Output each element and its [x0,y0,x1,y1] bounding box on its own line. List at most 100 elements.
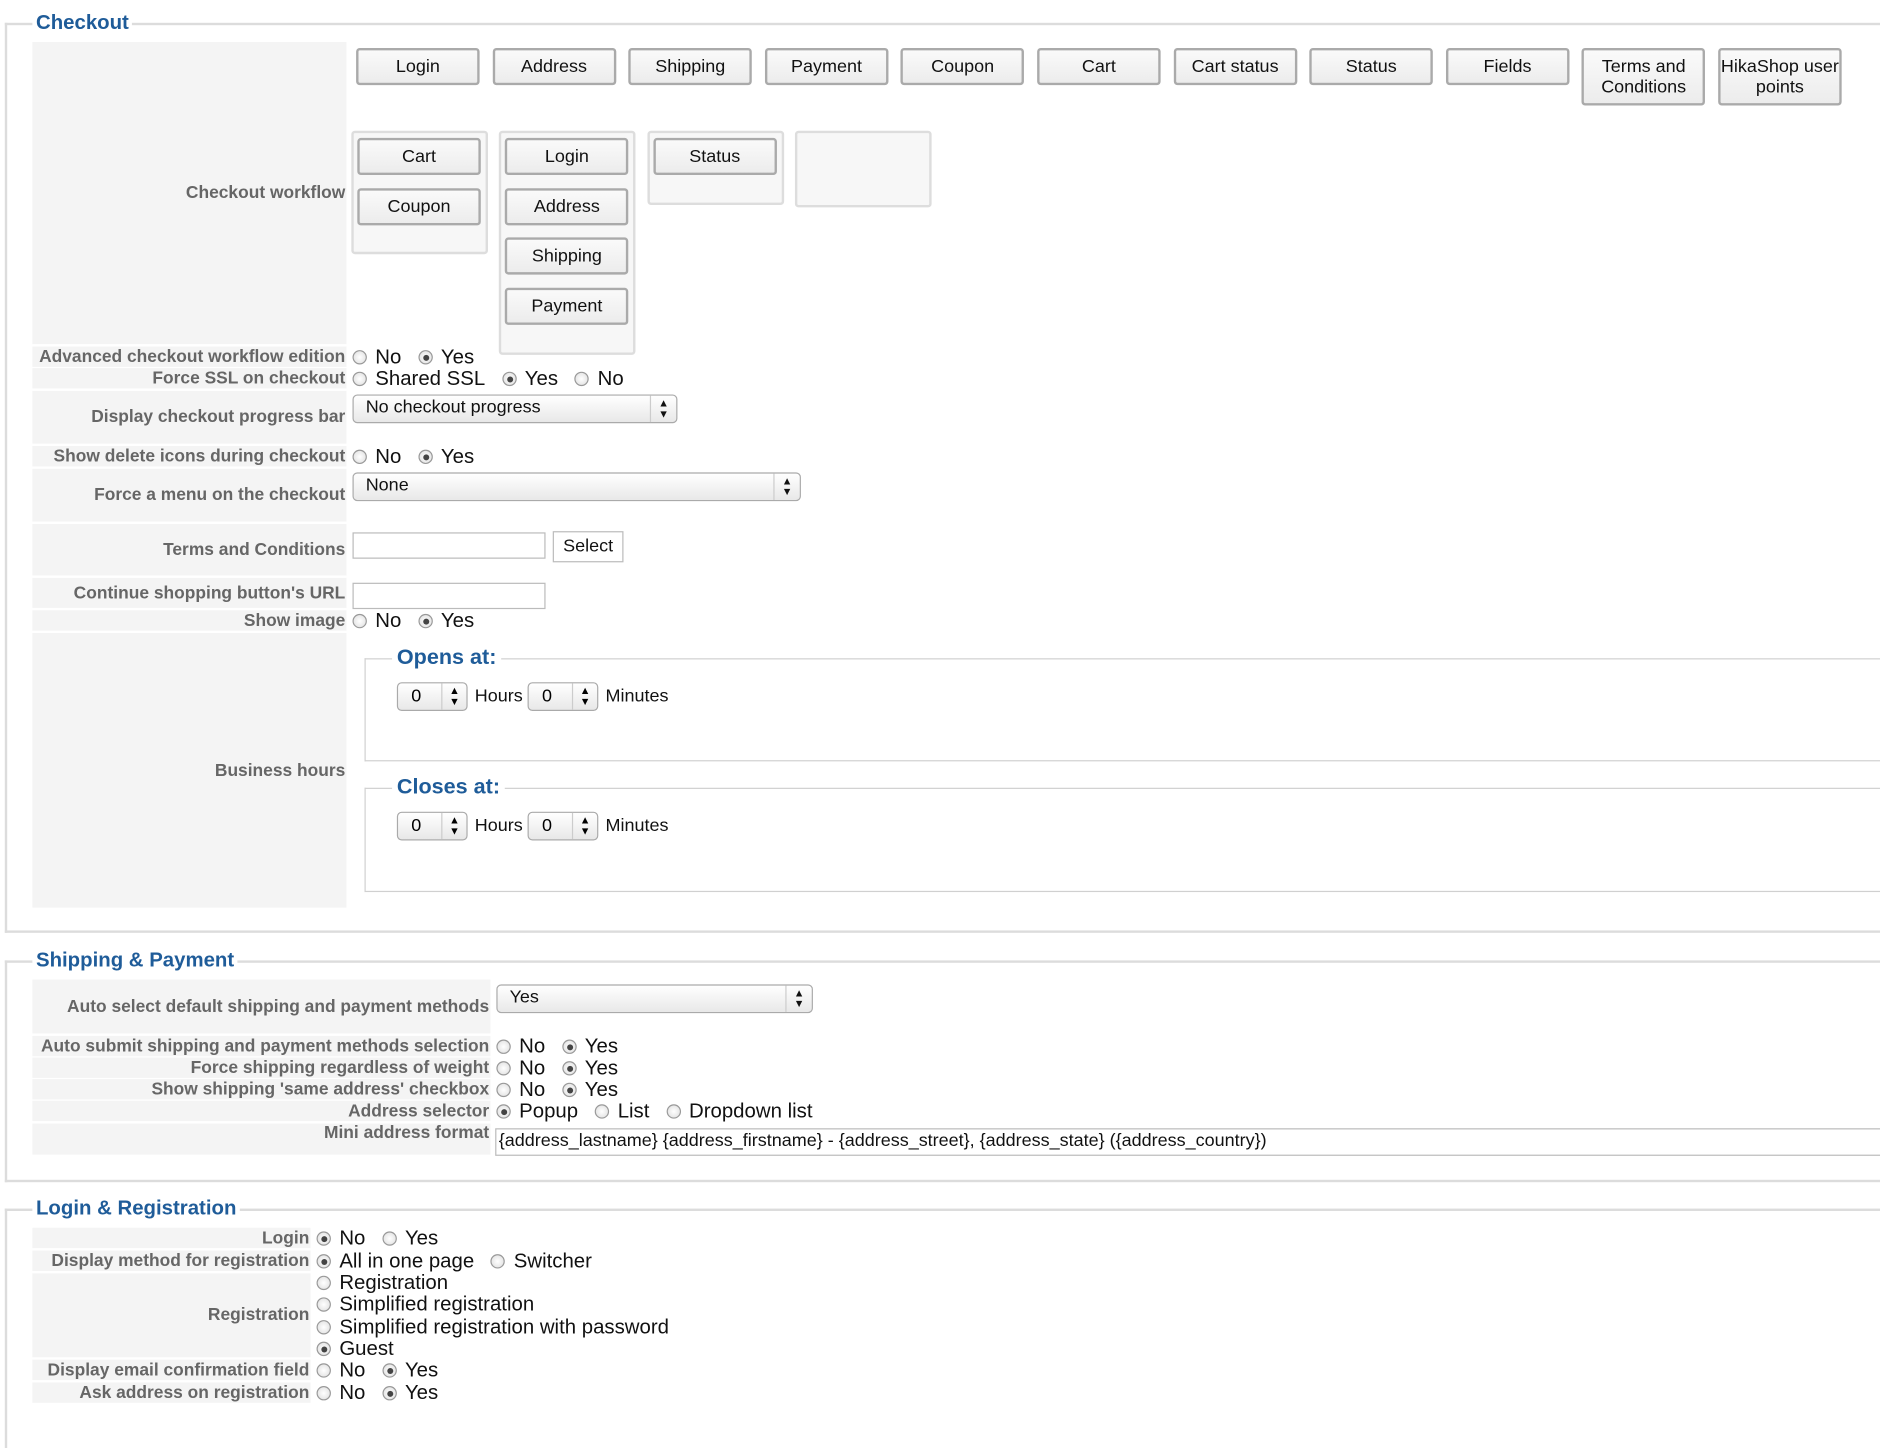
radio-button[interactable] [418,449,433,465]
radio-option-no[interactable]: No [496,1056,545,1080]
force-menu-select[interactable]: None ▲ ▼ [352,472,801,502]
show-image-label: Show image [32,610,347,631]
workflow-step-box[interactable] [794,130,932,208]
radio-option-yes[interactable]: Yes [418,445,474,469]
radio-button[interactable] [562,1039,577,1054]
view-button-status[interactable]: Status [1309,47,1434,86]
radio-option-registration[interactable]: Registration [316,1271,448,1294]
radio-option-yes[interactable]: Yes [562,1078,618,1102]
radio-option-no[interactable]: No [316,1358,365,1382]
closes-hours-label: Hours [474,815,523,836]
workflow-item-shipping[interactable]: Shipping [505,237,629,276]
mini-address-label: Mini address format [32,1123,491,1155]
view-button-cart-status[interactable]: Cart status [1173,47,1297,86]
radio-button[interactable] [562,1082,577,1098]
view-button-payment[interactable]: Payment [764,47,889,86]
radio-option-simplified-registration[interactable]: Simplified registration [316,1293,534,1316]
closes-hours-value: 0 [411,815,422,836]
radio-option-list[interactable]: List [594,1099,649,1123]
terms-input[interactable] [352,532,546,559]
workflow-item-cart[interactable]: Cart [357,137,481,176]
radio-button[interactable] [490,1254,506,1269]
radio-button[interactable] [502,371,517,387]
radio-option-no[interactable]: No [574,367,624,391]
radio-button[interactable] [352,449,367,465]
closes-hours-select[interactable]: 0 ▲ ▼ [396,811,468,841]
view-button-cart[interactable]: Cart [1037,47,1161,86]
terms-select-button[interactable]: Select [552,531,624,563]
view-button-login[interactable]: Login [356,47,480,86]
radio-option-switcher[interactable]: Switcher [490,1249,592,1273]
view-button-shipping[interactable]: Shipping [628,47,752,86]
radio-option-no[interactable]: No [496,1078,545,1102]
radio-option-yes[interactable]: Yes [418,345,474,369]
view-button-coupon[interactable]: Coupon [900,47,1025,86]
radio-option-yes[interactable]: Yes [562,1056,618,1080]
radio-button[interactable] [316,1386,331,1401]
radio-button[interactable] [574,371,590,387]
view-button-hikashop-user-points[interactable]: HikaShop user points [1718,47,1842,106]
radio-option-yes[interactable]: Yes [382,1381,438,1405]
radio-option-no[interactable]: No [316,1381,365,1405]
radio-button[interactable] [352,371,367,387]
radio-option-no[interactable]: No [352,609,401,633]
workflow-item-coupon[interactable]: Coupon [357,187,481,226]
continue-url-input[interactable] [352,582,546,610]
radio-option-no[interactable]: No [316,1226,366,1251]
radio-option-shared-ssl[interactable]: Shared SSL [352,367,485,391]
radio-option-yes[interactable]: Yes [502,367,558,391]
radio-button[interactable] [418,350,433,365]
radio-button[interactable] [316,1341,331,1357]
opens-hours-select[interactable]: 0 ▲ ▼ [396,682,468,712]
checkout-legend: Checkout [32,10,133,35]
workflow-item-payment[interactable]: Payment [505,287,629,326]
closes-minutes-select[interactable]: 0 ▲ ▼ [527,811,599,841]
radio-button[interactable] [352,613,367,629]
progress-bar-select[interactable]: No checkout progress ▲ ▼ [352,394,678,424]
radio-option-yes[interactable]: Yes [382,1227,438,1251]
radio-button[interactable] [496,1061,511,1076]
view-button-terms-and-conditions[interactable]: Terms and Conditions [1581,47,1706,106]
radio-button[interactable] [562,1061,577,1076]
view-button-address[interactable]: Address [492,47,616,86]
radio-label: Guest [339,1336,394,1360]
radio-button[interactable] [382,1231,397,1246]
radio-option-yes[interactable]: Yes [562,1035,618,1059]
radio-button[interactable] [496,1104,511,1119]
radio-button[interactable] [316,1319,331,1335]
radio-option-yes[interactable]: Yes [418,609,474,633]
radio-button[interactable] [594,1104,610,1119]
view-button-fields[interactable]: Fields [1445,47,1570,86]
radio-button[interactable] [316,1275,331,1291]
radio-button[interactable] [496,1082,511,1098]
select-arrows-icon: ▲ ▼ [441,812,466,840]
radio-button[interactable] [316,1363,331,1378]
radio-button[interactable] [382,1363,397,1378]
radio-option-simplified-registration-with-password[interactable]: Simplified registration with password [316,1315,669,1338]
radio-button[interactable] [418,613,433,629]
radio-option-no[interactable]: No [496,1035,545,1059]
radio-option-all-in-one-page[interactable]: All in one page [316,1249,474,1273]
radio-button[interactable] [382,1386,397,1401]
radio-label: No [339,1226,366,1250]
radio-option-dropdown-list[interactable]: Dropdown list [666,1099,812,1123]
radio-option-no[interactable]: No [352,445,401,469]
radio-option-guest[interactable]: Guest [316,1336,394,1360]
radio-button[interactable] [316,1254,331,1269]
radio-option-no[interactable]: No [352,345,401,369]
force-ssl-label: Force SSL on checkout [32,368,347,389]
radio-button[interactable] [316,1231,331,1246]
workflow-item-status[interactable]: Status [652,137,777,176]
workflow-item-address[interactable]: Address [505,187,629,226]
radio-button[interactable] [352,350,367,365]
radio-option-popup[interactable]: Popup [496,1099,578,1123]
radio-button[interactable] [316,1297,331,1313]
terms-label: Terms and Conditions [32,523,347,576]
mini-address-input[interactable]: {address_lastname} {address_firstname} -… [495,1128,1880,1156]
opens-minutes-select[interactable]: 0 ▲ ▼ [527,682,599,712]
auto-select-select[interactable]: Yes ▲ ▼ [496,984,813,1014]
radio-button[interactable] [496,1039,511,1054]
radio-option-yes[interactable]: Yes [382,1358,438,1382]
radio-button[interactable] [666,1104,681,1119]
workflow-item-login[interactable]: Login [505,137,629,176]
